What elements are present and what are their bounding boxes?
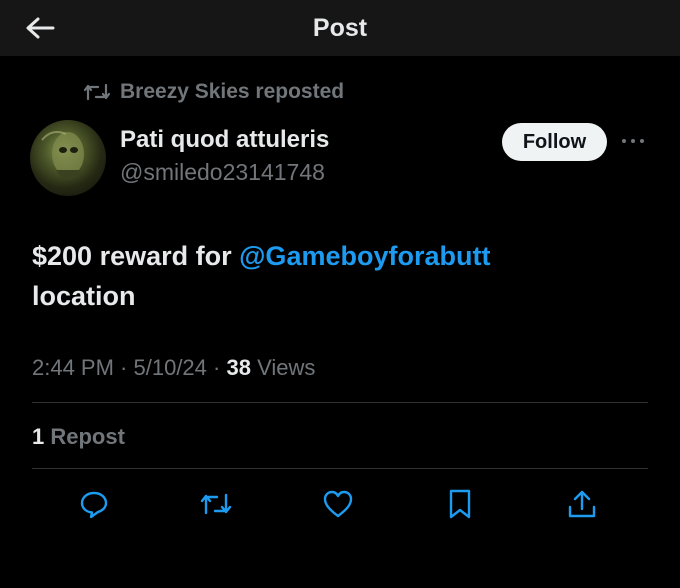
- mention-link[interactable]: @Gameboyforabutt: [239, 241, 490, 271]
- avatar-image: [41, 131, 84, 180]
- repost-banner[interactable]: Breezy Skies reposted: [84, 80, 344, 104]
- more-button[interactable]: [618, 124, 648, 158]
- divider: [32, 468, 648, 469]
- post-date[interactable]: 5/10/24: [134, 355, 207, 380]
- share-button[interactable]: [564, 486, 600, 522]
- avatar[interactable]: [30, 120, 106, 196]
- post-text-after: location: [32, 281, 136, 311]
- views-label: Views: [250, 355, 316, 380]
- top-bar: Post: [0, 0, 680, 56]
- follow-button[interactable]: Follow: [502, 123, 607, 161]
- bookmark-icon: [449, 489, 471, 519]
- repost-stats[interactable]: 1 Repost: [32, 424, 125, 450]
- author-handle[interactable]: @smiledo23141748: [120, 159, 325, 186]
- page-title: Post: [312, 13, 368, 42]
- post-text-before: $200 reward for: [32, 241, 240, 271]
- back-button[interactable]: [22, 10, 58, 46]
- post-text: $200 reward for @Gameboyforabutt location: [32, 236, 652, 316]
- repost-label: Repost: [44, 424, 125, 449]
- post-meta: 2:44 PM · 5/10/24 · 38 Views: [32, 355, 315, 381]
- share-icon: [568, 490, 596, 518]
- repost-count: 1: [32, 424, 45, 449]
- divider: [32, 402, 648, 403]
- meta-separator: ·: [113, 355, 134, 380]
- reply-icon: [80, 491, 108, 519]
- repost-button[interactable]: [198, 486, 234, 522]
- arrow-left-icon: [26, 17, 55, 39]
- repost-icon: [200, 493, 232, 515]
- like-icon: [323, 490, 353, 518]
- like-button[interactable]: [320, 486, 356, 522]
- repost-banner-text: Breezy Skies reposted: [120, 80, 345, 103]
- meta-separator: ·: [206, 355, 227, 380]
- more-horizontal-icon: [622, 139, 644, 143]
- repost-icon: [84, 83, 110, 101]
- post-time[interactable]: 2:44 PM: [32, 355, 114, 380]
- reply-button[interactable]: [76, 486, 112, 522]
- views-count: 38: [226, 355, 251, 380]
- author-name[interactable]: Pati quod attuleris: [120, 126, 329, 154]
- bookmark-button[interactable]: [442, 486, 478, 522]
